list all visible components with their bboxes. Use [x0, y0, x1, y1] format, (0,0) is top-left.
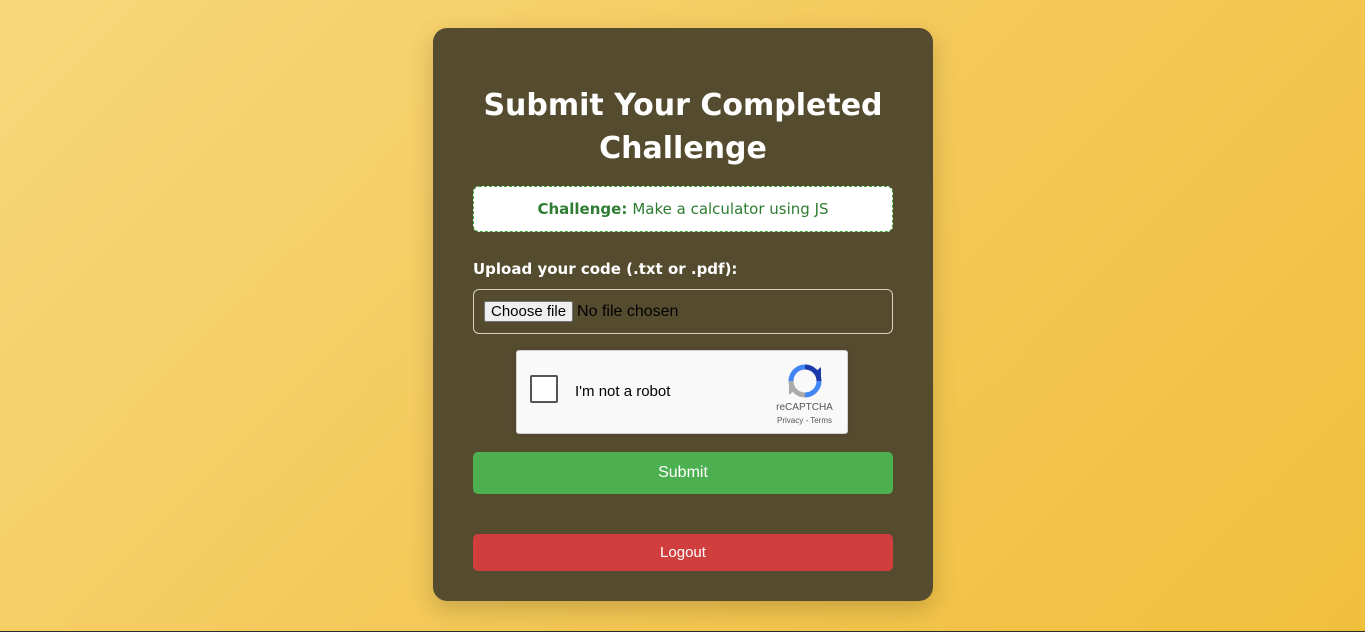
challenge-label: Challenge:	[537, 200, 628, 218]
recaptcha-logo-icon	[788, 364, 822, 398]
recaptcha-terms-link[interactable]: Terms	[810, 416, 832, 425]
recaptcha-label: I'm not a robot	[575, 383, 671, 400]
choose-file-button[interactable]: Choose file	[484, 301, 574, 322]
page-title-line1: Submit Your Completed	[483, 88, 883, 123]
recaptcha-links: Privacy - Terms	[762, 416, 847, 425]
file-status: No file chosen	[577, 302, 679, 320]
recaptcha-checkbox[interactable]	[530, 375, 558, 403]
recaptcha-widget: I'm not a robot reCAPTCHA Privacy - Term…	[516, 350, 848, 434]
page-title-line2: Challenge	[599, 131, 767, 166]
page-title: Submit Your Completed Challenge	[473, 84, 893, 170]
upload-label: Upload your code (.txt or .pdf):	[473, 260, 738, 278]
challenge-text: Make a calculator using JS	[632, 200, 829, 218]
file-input[interactable]: Choose file No file chosen	[473, 289, 893, 334]
challenge-box: Challenge: Make a calculator using JS	[473, 186, 893, 232]
submit-challenge-card: Submit Your Completed Challenge Challeng…	[433, 28, 933, 601]
recaptcha-privacy-link[interactable]: Privacy	[777, 416, 803, 425]
logout-button[interactable]: Logout	[473, 534, 893, 571]
submit-button[interactable]: Submit	[473, 452, 893, 494]
recaptcha-brand: reCAPTCHA	[776, 402, 833, 413]
